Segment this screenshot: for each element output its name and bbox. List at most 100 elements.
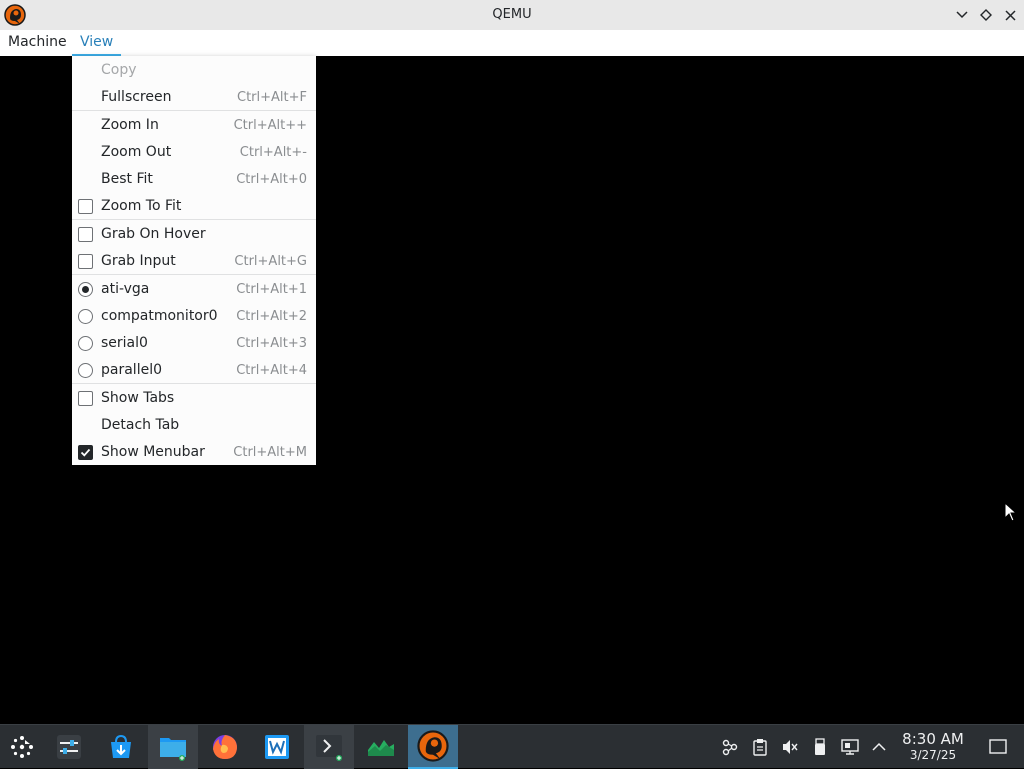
menu-item-shortcut: Ctrl+Alt+2 [236, 309, 307, 324]
discover-store-icon [111, 734, 131, 758]
taskbar-app-terminal[interactable] [304, 725, 354, 769]
menu-item-grab-input[interactable]: Grab Input Ctrl+Alt+G [72, 248, 316, 275]
view-menu-dropdown: Copy Fullscreen Ctrl+Alt+F Zoom In Ctrl+Alt+… [72, 56, 316, 465]
menu-item-best-fit[interactable]: Best Fit Ctrl+Alt+0 [72, 166, 316, 193]
taskbar-app-writer[interactable] [252, 725, 302, 769]
menu-item-label: Detach Tab [101, 417, 180, 433]
menu-item-shortcut: Ctrl+Alt+0 [236, 172, 307, 187]
checkbox-unchecked-icon[interactable] [78, 199, 93, 214]
window-titlebar[interactable]: QEMU [0, 0, 1024, 31]
menu-item-zoom-out[interactable]: Zoom Out Ctrl+Alt+- [72, 139, 316, 166]
radio-unselected-icon[interactable] [78, 363, 93, 378]
menu-item-label: Show Menubar [101, 444, 205, 460]
taskbar-app-firefox[interactable] [200, 725, 250, 769]
menu-item-label: compatmonitor0 [101, 308, 218, 324]
menu-item-zoom-to-fit[interactable]: Zoom To Fit [72, 193, 316, 220]
taskbar: 8:30 AM 3/27/25 [0, 724, 1024, 769]
checkbox-unchecked-icon[interactable] [78, 227, 93, 242]
clock-time: 8:30 AM [902, 730, 964, 748]
menu-item-fullscreen[interactable]: Fullscreen Ctrl+Alt+F [72, 84, 316, 111]
menu-item-label: Fullscreen [101, 89, 172, 105]
menu-item-detach-tab[interactable]: Detach Tab [72, 412, 316, 439]
clock-date: 3/27/25 [909, 748, 957, 762]
menu-item-shortcut: Ctrl+Alt+F [237, 90, 307, 105]
menu-item-compatmonitor0[interactable]: compatmonitor0 Ctrl+Alt+2 [72, 303, 316, 330]
firefox-icon [213, 735, 237, 759]
checkbox-unchecked-icon[interactable] [78, 391, 93, 406]
application-launcher-icon [11, 736, 33, 758]
checkbox-unchecked-icon[interactable] [78, 254, 93, 269]
menu-item-parallel0[interactable]: parallel0 Ctrl+Alt+4 [72, 357, 316, 384]
menu-item-grab-on-hover[interactable]: Grab On Hover [72, 221, 316, 248]
menu-item-label: Grab Input [101, 253, 176, 269]
close-button[interactable] [1000, 5, 1020, 25]
file-manager-icon [160, 738, 186, 761]
diamond-icon [980, 9, 992, 21]
menu-item-shortcut: Ctrl+Alt+G [234, 254, 307, 269]
window-title: QEMU [492, 7, 532, 22]
clipboard-icon [753, 739, 767, 756]
menu-item-label: Show Tabs [101, 390, 175, 406]
menu-machine[interactable]: Machine [0, 30, 75, 56]
show-desktop-button[interactable] [986, 725, 1010, 769]
menu-separator [72, 219, 316, 220]
mouse-cursor-icon [1004, 502, 1018, 522]
show-desktop-icon [989, 739, 1007, 754]
checkbox-checked-icon[interactable] [78, 445, 93, 460]
taskbar-app-file-manager[interactable] [148, 725, 198, 769]
menu-separator [72, 274, 316, 275]
menu-item-label: parallel0 [101, 362, 162, 378]
menu-item-label: Grab On Hover [101, 226, 206, 242]
digital-clock[interactable]: 8:30 AM 3/27/25 [893, 730, 973, 763]
tray-expand-arrow-icon [872, 742, 886, 751]
menu-item-shortcut: Ctrl+Alt+4 [236, 363, 307, 378]
menu-item-shortcut: Ctrl+Alt+M [233, 445, 307, 460]
menubar: Machine View [0, 30, 1024, 56]
writer-icon [265, 735, 289, 759]
volume-muted-icon [783, 740, 798, 754]
menu-item-show-menubar[interactable]: Show Menubar Ctrl+Alt+M [72, 439, 316, 466]
maximize-button[interactable] [976, 5, 996, 25]
menu-item-label: ati-vga [101, 281, 150, 297]
menu-view[interactable]: View [72, 30, 122, 56]
menu-item-show-tabs[interactable]: Show Tabs [72, 385, 316, 412]
menu-item-shortcut: Ctrl+Alt++ [233, 118, 307, 133]
taskbar-app-qemu[interactable] [408, 725, 458, 769]
menu-item-label: Best Fit [101, 171, 153, 187]
minimize-button[interactable] [952, 5, 972, 25]
tray-network[interactable] [839, 725, 861, 769]
network-wired-icon [841, 739, 859, 755]
usb-device-icon [815, 738, 825, 755]
taskbar-app-system-settings[interactable] [44, 725, 94, 769]
taskbar-app-system-monitor[interactable] [356, 725, 406, 769]
menu-item-shortcut: Ctrl+Alt+- [239, 145, 307, 160]
menu-item-label: Copy [101, 62, 137, 78]
menu-item-serial0[interactable]: serial0 Ctrl+Alt+3 [72, 330, 316, 357]
menu-item-shortcut: Ctrl+Alt+3 [236, 336, 307, 351]
radio-unselected-icon[interactable] [78, 336, 93, 351]
radio-selected-icon[interactable] [78, 282, 93, 297]
network-share-icon [722, 739, 738, 756]
terminal-icon [316, 735, 342, 761]
system-monitor-icon [368, 740, 394, 756]
menu-separator [72, 383, 316, 384]
qemu-icon [417, 730, 449, 762]
tray-network-share[interactable] [719, 725, 741, 769]
radio-unselected-icon[interactable] [78, 309, 93, 324]
application-launcher-button[interactable] [0, 725, 44, 769]
taskbar-app-discover[interactable] [96, 725, 146, 769]
system-settings-icon [57, 735, 81, 759]
menu-item-label: Zoom Out [101, 144, 172, 160]
close-icon [1004, 9, 1016, 21]
tray-volume[interactable] [779, 725, 801, 769]
menu-item-copy: Copy [72, 57, 316, 84]
menu-item-zoom-in[interactable]: Zoom In Ctrl+Alt++ [72, 112, 316, 139]
tray-clipboard[interactable] [749, 725, 771, 769]
menu-item-label: Zoom To Fit [101, 198, 182, 214]
menu-item-ati-vga[interactable]: ati-vga Ctrl+Alt+1 [72, 276, 316, 303]
menu-separator [72, 110, 316, 111]
menu-item-label: Zoom In [101, 117, 159, 133]
tray-expand-button[interactable] [868, 725, 890, 769]
tray-usb-device[interactable] [809, 725, 831, 769]
chevron-down-icon [956, 11, 968, 19]
